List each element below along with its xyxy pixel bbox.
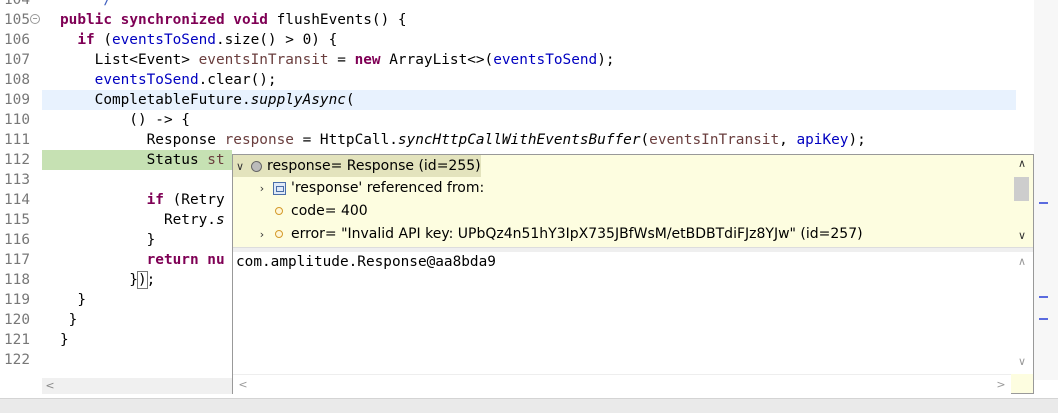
scroll-thumb[interactable] [1014,177,1029,201]
line-number: 109 [4,92,30,108]
line-number: 120 [4,312,30,328]
code-text: */ [94,0,112,8]
field-icon [275,230,283,238]
code-line[interactable]: 106 if (eventsToSend.size() > 0) { [0,30,1016,50]
line-number: 118 [4,272,30,288]
field-icon [275,207,283,215]
code-text: } [60,232,156,248]
code-line[interactable]: 109 CompletableFuture.supplyAsync( [0,90,1016,110]
code-text: eventsToSend.clear(); [94,72,277,88]
code-line[interactable]: 107 List<Event> eventsInTransit = new Ar… [0,50,1016,70]
overview-marker[interactable] [1039,296,1048,298]
line-number: 106 [4,32,30,48]
line-number: 121 [4,332,30,348]
tree-node-code[interactable]: code= 400 [269,200,368,222]
variable-tree[interactable]: ∨ response= Response (id=255) › 'response'… [233,155,1011,247]
status-bar [0,398,1058,413]
code-text: Response response = HttpCall.syncHttpCal… [60,132,866,148]
code-text: if (eventsToSend.size() > 0) { [77,32,338,48]
code-line[interactable]: 110 () -> { [0,110,1016,130]
line-number: 114 [4,192,30,208]
code-text: CompletableFuture.supplyAsync( [60,92,355,108]
line-number: 111 [4,132,30,148]
line-number: 113 [4,172,30,188]
overview-marker[interactable] [1039,318,1048,320]
detail-vertical-scrollbar[interactable]: ∧ ∨ [1011,252,1033,374]
detail-horizontal-scrollbar[interactable]: < > [233,374,1011,394]
code-text: List<Event> eventsInTransit = new ArrayL… [60,52,615,68]
code-text: }); [60,271,156,289]
scroll-up-icon[interactable]: ∧ [1011,254,1033,270]
tree-node-label: 'response' referenced from: [291,180,485,196]
tree-vertical-scrollbar[interactable]: ∧ ∨ [1011,155,1033,247]
code-line[interactable]: 104 */ [0,0,1016,10]
tree-node-references[interactable]: › 'response' referenced from: [255,177,484,199]
line-number: 110 [4,112,30,128]
code-line[interactable]: 111 Response response = HttpCall.syncHtt… [0,130,1016,150]
line-number: 115 [4,212,30,228]
inspect-popup[interactable]: ∨ response= Response (id=255) › 'response'… [232,154,1034,394]
line-number: 122 [4,352,30,368]
tree-node-label: code= 400 [291,203,368,219]
scroll-down-icon[interactable]: ∨ [1011,227,1033,245]
code-text: () -> { [60,112,190,128]
tree-node-label: response= Response (id=255) [267,158,481,174]
chevron-right-icon[interactable]: › [255,224,269,246]
overview-marker[interactable] [1039,202,1048,204]
code-text: if (Retry [146,192,225,208]
local-variable-icon [251,160,262,172]
code-text: public synchronized void flushEvents() { [60,12,407,28]
line-number: 104 [4,0,30,8]
tree-node-label: error= "Invalid API key: UPbQz4n51hY3IpX… [291,226,863,242]
code-text: Status st [60,152,225,168]
code-line[interactable]: 108 eventsToSend.clear(); [0,70,1016,90]
overview-ruler[interactable] [1034,0,1058,380]
code-text: } [60,332,69,348]
code-text: } [60,292,86,308]
chevron-right-icon[interactable]: › [255,178,269,200]
line-number: 119 [4,292,30,308]
scroll-right-icon[interactable]: > [993,375,1009,394]
scroll-left-icon[interactable]: < [42,378,58,394]
line-number: 107 [4,52,30,68]
line-number: 116 [4,232,30,248]
code-text: } [60,312,78,328]
code-text: Retry.s [60,212,225,228]
fold-icon[interactable]: − [30,14,40,24]
detail-pane[interactable]: com.amplitude.Response@aa8bda9 [233,252,1011,374]
code-text: return nu [146,252,225,268]
detail-text: com.amplitude.Response@aa8bda9 [236,254,496,270]
tree-node-error[interactable]: › error= "Invalid API key: UPbQz4n51hY3Ip… [255,223,863,245]
tree-node-response[interactable]: ∨ response= Response (id=255) [233,155,481,177]
line-number: 117 [4,252,30,268]
scroll-down-icon[interactable]: ∨ [1011,354,1033,370]
line-number: 108 [4,72,30,88]
scroll-left-icon[interactable]: < [235,375,251,394]
scroll-up-icon[interactable]: ∧ [1011,155,1033,173]
code-line[interactable]: 105− public synchronized void flushEvents… [0,10,1016,30]
chevron-down-icon[interactable]: ∨ [233,156,247,178]
references-icon [273,181,286,195]
line-number: 112 [4,152,30,168]
